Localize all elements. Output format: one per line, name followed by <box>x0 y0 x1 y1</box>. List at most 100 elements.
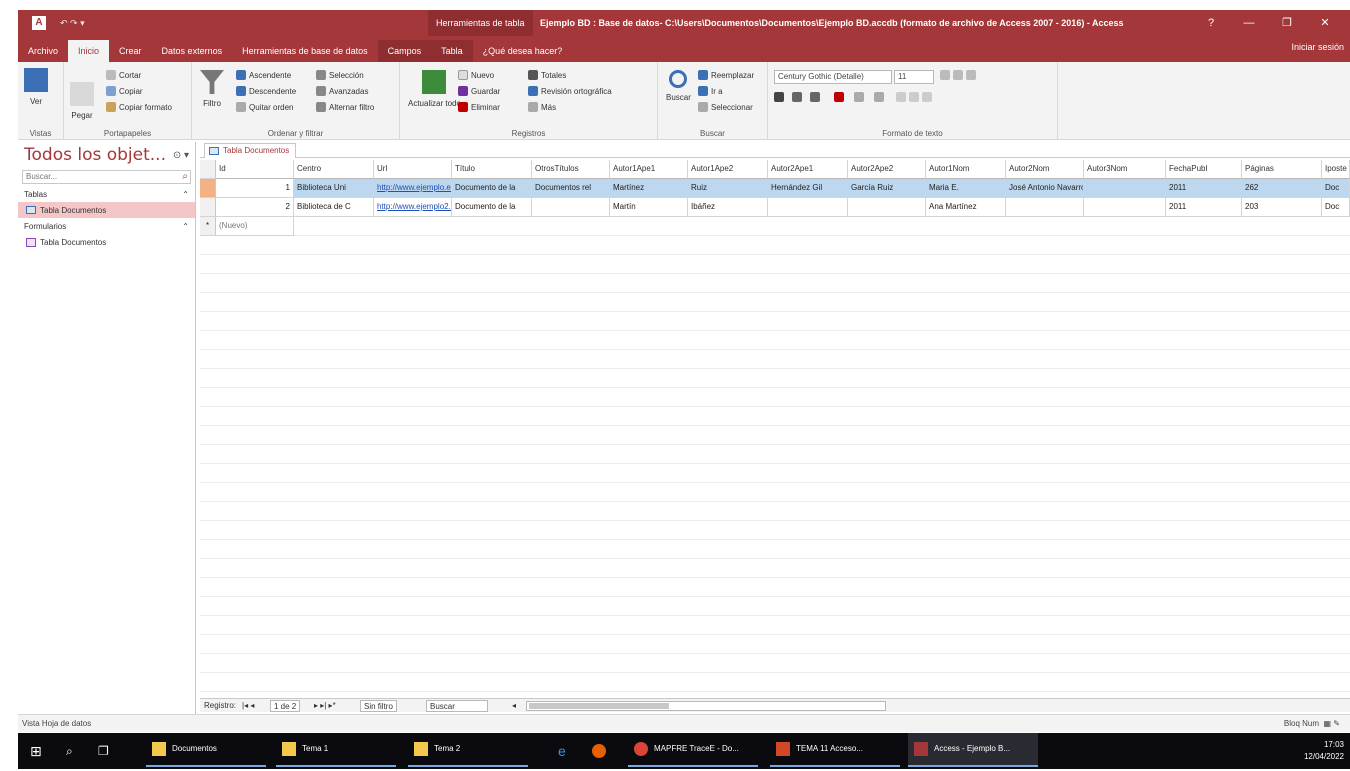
cell-autor1nom[interactable]: Ana Martínez <box>926 198 1006 217</box>
col-header-fechapubl[interactable]: FechaPubl <box>1166 160 1242 179</box>
nav-header[interactable]: Todos los objet... ⊙ ▾ <box>18 142 195 168</box>
record-search-input[interactable]: Buscar <box>426 700 488 712</box>
record-selector[interactable] <box>200 179 216 198</box>
format-painter-button[interactable]: Copiar formato <box>106 102 172 112</box>
nav-section-tablas[interactable]: Tablas ⌃ <box>18 186 195 202</box>
first-record-icon[interactable]: |◂ ◂ <box>242 700 254 712</box>
cell-id[interactable]: 1 <box>216 179 294 198</box>
totals-button[interactable]: Totales <box>528 70 566 80</box>
cell-titulo[interactable]: Documento de la <box>452 179 532 198</box>
sort-descending-button[interactable]: Descendente <box>236 86 296 96</box>
filter-button[interactable]: Filtro <box>200 70 224 108</box>
taskbar-app-access[interactable]: Access - Ejemplo B... <box>908 733 1038 767</box>
sign-in-link[interactable]: Iniciar sesión <box>1291 42 1344 52</box>
table-row[interactable]: 1 Biblioteca Uni http://www.ejemplo.es/ … <box>200 179 1350 198</box>
font-family-select[interactable]: Century Gothic (Detalle) <box>774 70 892 84</box>
col-header-autor1ape1[interactable]: Autor1Ape1 <box>610 160 688 179</box>
remove-sort-button[interactable]: Quitar orden <box>236 102 293 112</box>
cell-autor1ape2[interactable]: Ibáñez <box>688 198 768 217</box>
taskbar-app-documentos[interactable]: Documentos <box>146 733 266 767</box>
col-header-titulo[interactable]: Título <box>452 160 532 179</box>
tell-me-search[interactable]: ¿Qué desea hacer? <box>473 40 573 62</box>
refresh-all-button[interactable]: Actualizar todo <box>408 70 461 108</box>
task-view-icon[interactable]: ❐ <box>98 733 109 769</box>
scroll-left-icon[interactable]: ◂ <box>512 700 516 712</box>
cell-fechapubl[interactable]: 2011 <box>1166 198 1242 217</box>
list-buttons[interactable] <box>940 70 976 80</box>
cell-new-id[interactable]: (Nuevo) <box>216 217 294 236</box>
cell-autor1ape2[interactable]: Ruiz <box>688 179 768 198</box>
select-all-corner[interactable] <box>200 160 216 179</box>
view-button[interactable]: Ver <box>24 68 48 106</box>
col-header-autor1ape2[interactable]: Autor1Ape2 <box>688 160 768 179</box>
cell-autor1ape1[interactable]: Martín <box>610 198 688 217</box>
paste-button[interactable]: Pegar <box>70 82 94 120</box>
underline-button[interactable] <box>810 92 820 102</box>
design-view-icon[interactable]: ✎ <box>1333 719 1340 728</box>
goto-button[interactable]: Ir a <box>698 86 723 96</box>
advanced-button[interactable]: Avanzadas <box>316 86 368 96</box>
cell-autor2ape2[interactable] <box>848 198 926 217</box>
cell-autor1nom[interactable]: Maria E. <box>926 179 1006 198</box>
font-color-button[interactable] <box>834 92 844 102</box>
quick-access-toolbar[interactable]: ↶ ↷ ▾ <box>60 18 85 29</box>
taskbar-app-tema1[interactable]: Tema 1 <box>276 733 396 767</box>
col-header-autor3nom[interactable]: Autor3Nom <box>1084 160 1166 179</box>
cell-titulo[interactable]: Documento de la <box>452 198 532 217</box>
cell-otrostitulos[interactable]: Documentos rel <box>532 179 610 198</box>
nav-section-formularios[interactable]: Formularios ⌃ <box>18 218 195 234</box>
font-size-select[interactable]: 11 <box>894 70 934 84</box>
copy-button[interactable]: Copiar <box>106 86 143 96</box>
close-button[interactable]: ✕ <box>1306 10 1344 36</box>
cell-centro[interactable]: Biblioteca Uni <box>294 179 374 198</box>
cell-paginas[interactable]: 203 <box>1242 198 1322 217</box>
firefox-icon[interactable] <box>592 733 606 769</box>
cell-iposte[interactable]: Doc <box>1322 179 1350 198</box>
col-header-autor2ape1[interactable]: Autor2Ape1 <box>768 160 848 179</box>
cell-url[interactable]: http://www.ejemplo.es/ <box>374 179 452 198</box>
tab-herramientas-bd[interactable]: Herramientas de base de datos <box>232 40 378 62</box>
nav-item-form-documentos[interactable]: Tabla Documentos <box>18 234 195 250</box>
more-button[interactable]: Más <box>528 102 556 112</box>
cell-paginas[interactable]: 262 <box>1242 179 1322 198</box>
cell-autor2ape2[interactable]: García Ruiz <box>848 179 926 198</box>
tab-datos-externos[interactable]: Datos externos <box>152 40 233 62</box>
col-header-autor1nom[interactable]: Autor1Nom <box>926 160 1006 179</box>
new-record-row[interactable]: * (Nuevo) <box>200 217 294 236</box>
new-record-asterisk[interactable]: * <box>200 217 216 236</box>
col-header-id[interactable]: Id <box>216 160 294 179</box>
tab-campos[interactable]: Campos <box>377 40 432 62</box>
col-header-centro[interactable]: Centro <box>294 160 374 179</box>
cell-autor3nom[interactable] <box>1084 179 1166 198</box>
nav-search-input[interactable]: Buscar... ⌕ <box>22 170 191 184</box>
col-header-paginas[interactable]: Páginas <box>1242 160 1322 179</box>
tab-tabla[interactable]: Tabla <box>431 40 473 62</box>
find-button[interactable]: Buscar <box>666 70 691 102</box>
record-selector[interactable] <box>200 198 216 217</box>
cell-autor2ape1[interactable]: Hernández Gil <box>768 179 848 198</box>
cell-autor1ape1[interactable]: Martínez <box>610 179 688 198</box>
tab-tabla-documentos[interactable]: Tabla Documentos <box>204 143 297 158</box>
search-icon[interactable]: ⌕ <box>182 171 188 183</box>
tab-archivo[interactable]: Archivo <box>18 40 68 62</box>
italic-button[interactable] <box>792 92 802 102</box>
highlight-button[interactable] <box>854 92 864 102</box>
cell-autor3nom[interactable] <box>1084 198 1166 217</box>
scrollbar-thumb[interactable] <box>529 703 669 709</box>
tab-inicio[interactable]: Inicio <box>68 40 110 62</box>
record-position-input[interactable]: 1 de 2 <box>270 700 301 712</box>
col-header-autor2nom[interactable]: Autor2Nom <box>1006 160 1084 179</box>
taskbar-app-tema2[interactable]: Tema 2 <box>408 733 528 767</box>
cell-otrostitulos[interactable] <box>532 198 610 217</box>
cell-iposte[interactable]: Doc <box>1322 198 1350 217</box>
minimize-button[interactable]: — <box>1230 10 1268 36</box>
no-filter-indicator[interactable]: Sin filtro <box>360 700 397 712</box>
bold-button[interactable] <box>774 92 784 102</box>
toggle-filter-button[interactable]: Alternar filtro <box>316 102 374 112</box>
start-windows-icon[interactable]: ⊞ <box>30 733 42 769</box>
delete-record-button[interactable]: Eliminar <box>458 102 500 112</box>
cell-autor2nom[interactable] <box>1006 198 1084 217</box>
sort-ascending-button[interactable]: Ascendente <box>236 70 291 80</box>
cell-url[interactable]: http://www.ejemplo2.es/ <box>374 198 452 217</box>
search-icon[interactable]: ⌕ <box>66 733 73 769</box>
